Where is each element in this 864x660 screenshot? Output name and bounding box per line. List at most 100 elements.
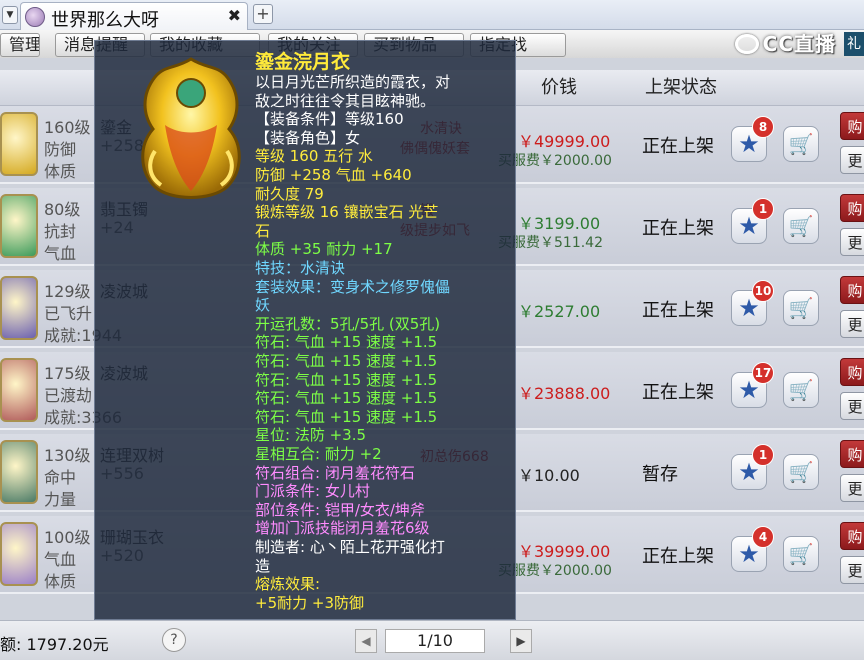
tooltip-line: 符石: 气血 +15 速度 +1.5	[255, 333, 438, 352]
column-price[interactable]: 价钱	[541, 70, 577, 106]
close-tab-icon[interactable]: ✖	[228, 6, 241, 25]
item-thumbnail-icon[interactable]	[0, 358, 38, 422]
tooltip-line: 套装效果：变身术之修罗傀儡	[255, 277, 451, 296]
tooltip-line: 体质 +35 耐力 +17	[255, 240, 393, 259]
item-thumbnail-icon[interactable]	[0, 522, 38, 586]
favorite-count-badge: 8	[752, 116, 774, 138]
item-price: ￥3199.00	[518, 214, 601, 233]
tooltip-line: 符石: 气血 +15 速度 +1.5	[255, 370, 438, 389]
tooltip-line: 石	[255, 221, 271, 240]
tooltip-line: 制造者: 心丶陌上花开强化打	[255, 538, 445, 556]
character-avatar-icon	[25, 7, 45, 27]
page-indicator: 1/10	[385, 629, 485, 653]
tooltip-line: 【装备角色】女	[255, 128, 361, 147]
cart-button[interactable]: 🛒	[783, 372, 819, 408]
tooltip-line: 部位条件: 铠甲/女衣/坤斧	[255, 500, 425, 519]
item-level: 160级	[44, 118, 91, 137]
item-stat1: 已飞升	[44, 304, 93, 323]
golden-robe-icon	[141, 57, 241, 199]
more-button[interactable]: 更	[840, 556, 864, 584]
item-thumbnail-icon[interactable]	[0, 276, 38, 340]
buy-button[interactable]: 购	[840, 194, 864, 222]
tooltip-line: 防御 +258 气血 +640	[255, 166, 412, 184]
manage-button[interactable]: 管理	[0, 33, 40, 57]
favorite-count-badge: 1	[752, 444, 774, 466]
balance-text: 额: 1797.20元	[0, 635, 109, 654]
item-stat1: 命中	[44, 468, 77, 487]
item-stat2: 体质	[44, 162, 77, 181]
tab-title: 世界那么大呀	[51, 10, 159, 31]
cart-button[interactable]: 🛒	[783, 454, 819, 490]
tooltip-line: 符石: 气血 +15 速度 +1.5	[255, 407, 438, 426]
buy-button[interactable]: 购	[840, 358, 864, 386]
buy-button[interactable]: 购	[840, 522, 864, 550]
item-thumbnail-icon[interactable]	[0, 440, 38, 504]
listing-status: 暂存	[642, 464, 678, 485]
cart-button[interactable]: 🛒	[783, 208, 819, 244]
cart-button[interactable]: 🛒	[783, 536, 819, 572]
list-footer: 额: 1797.20元 ? ◀ 1/10 ▶	[0, 620, 864, 660]
cart-icon: 🛒	[788, 214, 814, 238]
item-level: 175级	[44, 364, 91, 383]
tooltip-line: 符石: 气血 +15 速度 +1.5	[255, 389, 438, 408]
tooltip-line: 星相互合: 耐力 +2	[255, 445, 382, 463]
item-level: 100级	[44, 528, 91, 547]
favorite-count-badge: 1	[752, 198, 774, 220]
more-button[interactable]: 更	[840, 146, 864, 174]
browser-tab-strip: ▼ 世界那么大呀 ✖ +	[0, 0, 864, 31]
item-thumbnail-icon[interactable]	[0, 194, 38, 258]
more-button[interactable]: 更	[840, 474, 864, 502]
tab-list-arrow-icon[interactable]: ▼	[2, 6, 18, 24]
item-level: 130级	[44, 446, 91, 465]
more-button[interactable]: 更	[840, 228, 864, 256]
item-price: ￥2527.00	[518, 302, 601, 321]
tooltip-line: 耐久度 79	[255, 184, 324, 203]
tooltip-line: 敌之时往往令其目眩神驰。	[255, 91, 436, 110]
tooltip-line: 妖	[255, 296, 271, 315]
tooltip-line: 符石组合: 闭月羞花符石	[255, 463, 415, 482]
cart-icon: 🛒	[788, 296, 814, 320]
item-stat2: 力量	[44, 490, 77, 509]
item-name: 鎏金浣月衣	[255, 51, 351, 73]
item-stat1: 防御	[44, 140, 77, 159]
cart-icon: 🛒	[788, 460, 814, 484]
corner-badge[interactable]: 礼	[844, 32, 864, 56]
prev-page-button[interactable]: ◀	[355, 629, 377, 653]
cart-icon: 🛒	[788, 378, 814, 402]
favorite-count-badge: 10	[752, 280, 774, 302]
item-stat2: 气血	[44, 244, 77, 263]
listing-status: 正在上架	[642, 136, 714, 157]
more-button[interactable]: 更	[840, 310, 864, 338]
favorite-count-badge: 4	[752, 526, 774, 548]
item-price: ￥39999.00	[518, 542, 611, 561]
item-price: ￥10.00	[518, 466, 580, 485]
cart-button[interactable]: 🛒	[783, 126, 819, 162]
item-stat2: 体质	[44, 572, 77, 591]
new-tab-button[interactable]: +	[253, 4, 273, 24]
item-stat1: 气血	[44, 550, 77, 569]
column-status[interactable]: 上架状态	[645, 70, 717, 106]
tooltip-line: 星位: 法防 +3.5	[255, 426, 367, 445]
item-stat1: 抗封	[44, 222, 77, 241]
item-level: 80级	[44, 200, 81, 219]
buy-button[interactable]: 购	[840, 440, 864, 468]
buy-button[interactable]: 购	[840, 112, 864, 140]
tooltip-line: 特技：水清诀	[255, 259, 346, 277]
more-button[interactable]: 更	[840, 392, 864, 420]
tooltip-line: 符石: 气血 +15 速度 +1.5	[255, 352, 438, 370]
item-price: ￥49999.00	[518, 132, 611, 151]
cart-icon: 🛒	[788, 132, 814, 156]
item-level: 129级	[44, 282, 91, 301]
tooltip-line: 以日月光芒所织造的霞衣，对	[255, 73, 451, 91]
tooltip-line: 门派条件: 女儿村	[255, 482, 370, 501]
browser-tab[interactable]: 世界那么大呀 ✖	[20, 2, 248, 31]
tooltip-line: 等级 160 五行 水	[255, 147, 373, 166]
help-button[interactable]: ?	[162, 628, 186, 652]
item-stat1: 已渡劫	[44, 386, 93, 405]
cart-button[interactable]: 🛒	[783, 290, 819, 326]
listing-status: 正在上架	[642, 218, 714, 239]
buy-button[interactable]: 购	[840, 276, 864, 304]
listing-status: 正在上架	[642, 382, 714, 403]
item-thumbnail-icon[interactable]	[0, 112, 38, 176]
next-page-button[interactable]: ▶	[510, 629, 532, 653]
